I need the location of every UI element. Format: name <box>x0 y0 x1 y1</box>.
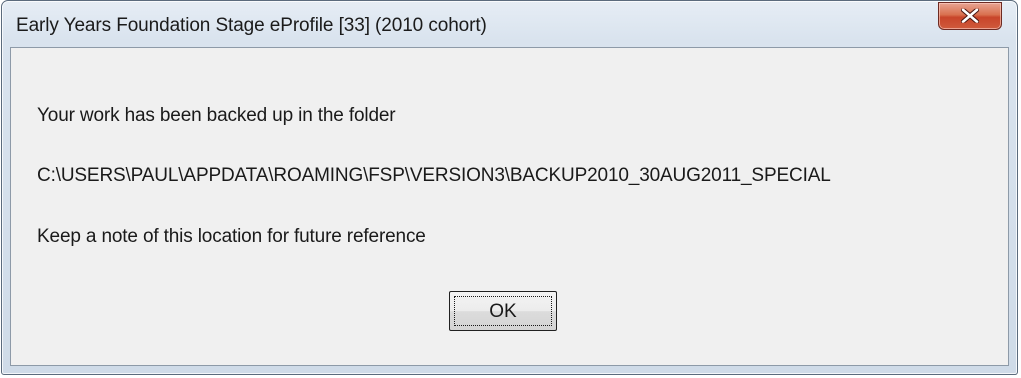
reminder-text: Keep a note of this location for future … <box>37 226 426 247</box>
dialog-content: Your work has been backed up in the fold… <box>10 47 1009 366</box>
ok-button[interactable]: OK <box>449 291 557 331</box>
message-text: Your work has been backed up in the fold… <box>37 105 396 126</box>
backup-folder-path: C:\USERS\PAUL\APPDATA\ROAMING\FSP\VERSIO… <box>37 165 831 186</box>
dialog-window: Early Years Foundation Stage eProfile [3… <box>1 0 1018 375</box>
title-bar[interactable]: Early Years Foundation Stage eProfile [3… <box>2 1 1017 47</box>
close-button[interactable] <box>938 2 1002 30</box>
ok-button-label: OK <box>489 301 517 322</box>
close-icon <box>961 8 979 23</box>
window-title: Early Years Foundation Stage eProfile [3… <box>16 15 487 36</box>
